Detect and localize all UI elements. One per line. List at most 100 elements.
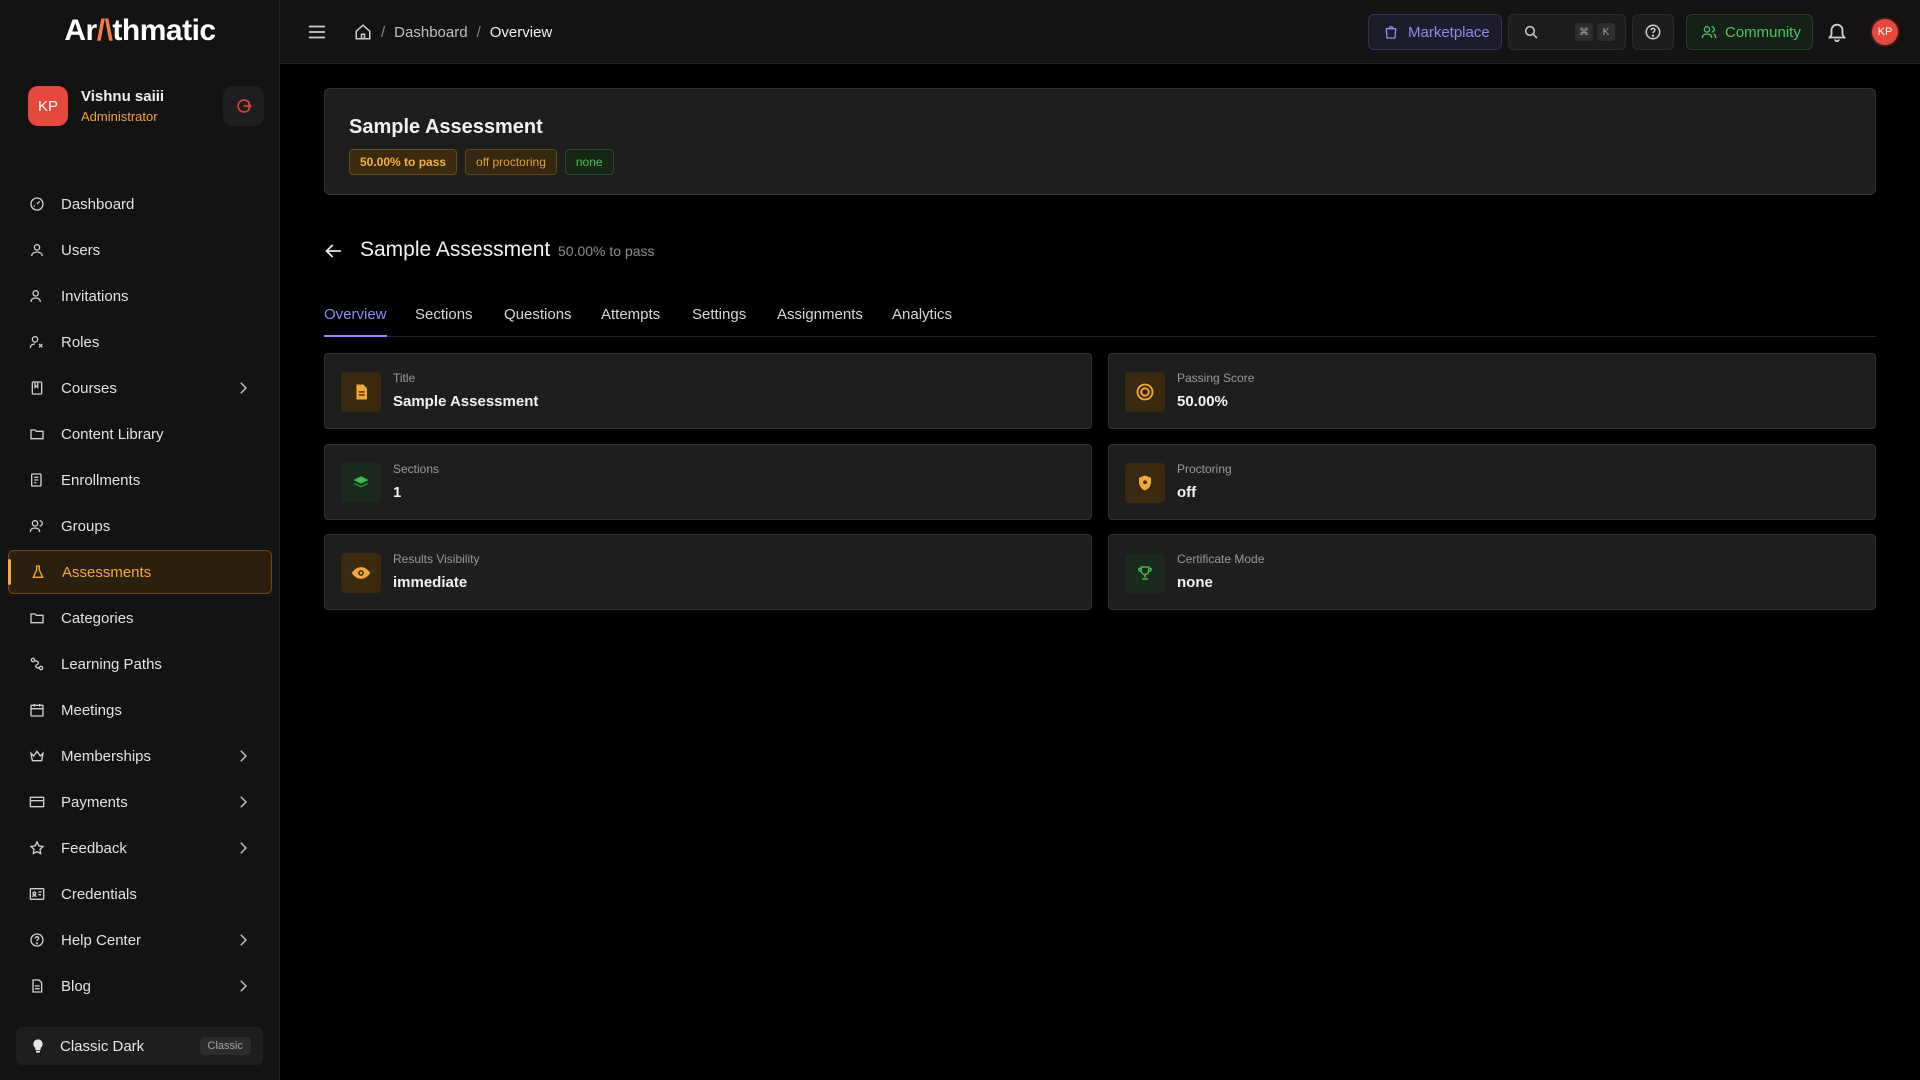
theme-label: Classic Dark bbox=[60, 1037, 145, 1055]
book-icon bbox=[28, 379, 46, 397]
sidebar-item-label: Blog bbox=[61, 977, 92, 995]
assessment-chips: 50.00% to pass off proctoring none bbox=[349, 149, 614, 175]
card-value: Sample Assessment bbox=[393, 393, 539, 410]
user-card: KP Vishnu saiii Administrator bbox=[28, 86, 264, 126]
chevron-right-icon[interactable] bbox=[234, 747, 252, 765]
sidebar-item-meetings[interactable]: Meetings bbox=[8, 688, 272, 732]
certificate-badge: none bbox=[564, 149, 614, 175]
target-icon bbox=[1125, 372, 1165, 412]
sidebar-item-enrollments[interactable]: Enrollments bbox=[8, 458, 272, 502]
sidebar-item-content-library[interactable]: Content Library bbox=[8, 412, 272, 456]
sidebar-item-label: Credentials bbox=[61, 885, 137, 903]
enroll-icon bbox=[28, 471, 46, 489]
card-value: off bbox=[1177, 484, 1197, 501]
breadcrumb-overview: Overview bbox=[489, 23, 553, 41]
sidebar-item-label: Memberships bbox=[61, 747, 152, 765]
sidebar-item-label: Courses bbox=[61, 379, 117, 397]
chevron-right-icon[interactable] bbox=[234, 793, 252, 811]
sidebar-item-label: Help Center bbox=[61, 931, 142, 949]
shield-icon bbox=[1125, 463, 1165, 503]
layers-icon bbox=[341, 463, 381, 503]
sidebar-item-label: Feedback bbox=[61, 839, 127, 857]
crown-icon bbox=[28, 747, 46, 765]
flask-icon bbox=[29, 563, 47, 581]
detail-subtitle: 50.00% to pass bbox=[558, 243, 655, 259]
theme-switcher[interactable]: Classic Dark Classic bbox=[16, 1027, 263, 1065]
sidebar-item-assessments[interactable]: Assessments bbox=[8, 550, 272, 594]
help-icon bbox=[28, 931, 46, 949]
tab-assignments[interactable]: Assignments bbox=[777, 306, 863, 337]
sidebar-item-label: Meetings bbox=[61, 701, 122, 719]
card-value: none bbox=[1177, 574, 1213, 591]
sidebar-item-blog[interactable]: Blog bbox=[8, 964, 272, 1008]
community-icon bbox=[1701, 26, 1717, 39]
tab-overview[interactable]: Overview bbox=[324, 306, 387, 337]
sidebar-item-invitations[interactable]: Invitations bbox=[8, 274, 272, 318]
info-card-passing-score: Passing Score 50.00% bbox=[1108, 353, 1876, 429]
sidebar-item-help-center[interactable]: Help Center bbox=[8, 918, 272, 962]
card-label: Results Visibility bbox=[393, 552, 480, 566]
info-card-results-visibility: Results Visibility immediate bbox=[324, 534, 1092, 610]
breadcrumb-dashboard[interactable]: Dashboard bbox=[394, 24, 467, 41]
breadcrumb-separator: / bbox=[476, 23, 481, 41]
sidebar-item-learning-paths[interactable]: Learning Paths bbox=[8, 642, 272, 686]
info-card-certificate-mode: Certificate Mode none bbox=[1108, 534, 1876, 610]
user-role: Administrator bbox=[81, 109, 158, 124]
help-button[interactable] bbox=[1632, 14, 1674, 50]
assessment-tabs: Overview Sections Questions Attempts Set… bbox=[324, 300, 1876, 337]
app-logo[interactable]: Ar/\thmatic bbox=[0, 14, 280, 48]
community-button[interactable]: Community bbox=[1686, 14, 1813, 50]
sidebar-item-dashboard[interactable]: Dashboard bbox=[8, 182, 272, 226]
chevron-right-icon[interactable] bbox=[234, 977, 252, 995]
logout-icon bbox=[236, 99, 252, 113]
tab-analytics[interactable]: Analytics bbox=[892, 306, 952, 337]
sidebar-item-credentials[interactable]: Credentials bbox=[8, 872, 272, 916]
sidebar-item-label: Groups bbox=[61, 517, 111, 535]
breadcrumb: / Dashboard / Overview bbox=[354, 21, 552, 43]
menu-icon[interactable] bbox=[306, 21, 328, 43]
tab-attempts[interactable]: Attempts bbox=[601, 306, 660, 337]
chevron-right-icon[interactable] bbox=[234, 379, 252, 397]
tab-questions[interactable]: Questions bbox=[504, 306, 572, 337]
card-value: immediate bbox=[393, 574, 468, 591]
sidebar-item-label: Enrollments bbox=[61, 471, 141, 489]
search-button[interactable]: ⌘ K bbox=[1508, 14, 1626, 50]
card-label: Title bbox=[393, 371, 416, 385]
sidebar-item-categories[interactable]: Categories bbox=[8, 596, 272, 640]
card-icon bbox=[28, 793, 46, 811]
community-label: Community bbox=[1725, 23, 1801, 41]
user-plus-icon bbox=[28, 287, 46, 305]
sidebar-item-users[interactable]: Users bbox=[8, 228, 272, 272]
logout-button[interactable] bbox=[223, 86, 264, 126]
sidebar-item-label: Dashboard bbox=[61, 195, 135, 213]
card-value: 50.00% bbox=[1177, 393, 1228, 410]
chevron-right-icon[interactable] bbox=[234, 931, 252, 949]
sidebar-item-groups[interactable]: Groups bbox=[8, 504, 272, 548]
marketplace-button[interactable]: Marketplace bbox=[1368, 14, 1502, 50]
sidebar-item-payments[interactable]: Payments bbox=[8, 780, 272, 824]
home-icon[interactable] bbox=[354, 23, 372, 41]
sidebar-item-label: Content Library bbox=[61, 425, 164, 443]
user-avatar[interactable]: KP bbox=[28, 86, 68, 126]
tab-settings[interactable]: Settings bbox=[692, 306, 746, 337]
bell-icon[interactable] bbox=[1826, 21, 1848, 43]
group-icon bbox=[28, 517, 46, 535]
sidebar-item-feedback[interactable]: Feedback bbox=[8, 826, 272, 870]
search-icon bbox=[1524, 25, 1538, 39]
sidebar-item-label: Roles bbox=[61, 333, 100, 351]
roles-icon bbox=[28, 333, 46, 351]
profile-avatar[interactable]: KP bbox=[1870, 17, 1900, 47]
sidebar-item-memberships[interactable]: Memberships bbox=[8, 734, 272, 778]
back-arrow-icon[interactable] bbox=[322, 240, 344, 262]
kbd-k: K bbox=[1597, 23, 1615, 41]
info-card-proctoring: Proctoring off bbox=[1108, 444, 1876, 520]
tab-sections[interactable]: Sections bbox=[415, 306, 473, 337]
sidebar-item-label: Users bbox=[61, 241, 101, 259]
sidebar-item-roles[interactable]: Roles bbox=[8, 320, 272, 364]
marketplace-label: Marketplace bbox=[1408, 23, 1490, 41]
chevron-right-icon[interactable] bbox=[234, 839, 252, 857]
card-label: Passing Score bbox=[1177, 371, 1255, 385]
sidebar-item-courses[interactable]: Courses bbox=[8, 366, 272, 410]
proctoring-badge: off proctoring bbox=[465, 149, 557, 175]
lightbulb-icon bbox=[33, 1039, 43, 1053]
